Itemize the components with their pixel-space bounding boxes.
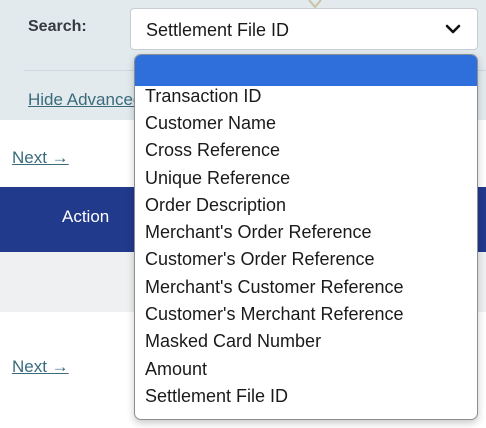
next-page-link-top[interactable]: Next → bbox=[12, 148, 69, 168]
dropdown-option-transaction-id[interactable]: Transaction ID bbox=[145, 86, 261, 107]
search-field-select[interactable]: Settlement File ID bbox=[130, 8, 478, 50]
dropdown-option-order-description[interactable]: Order Description bbox=[145, 195, 286, 216]
dropdown-option-merchants-customer-reference[interactable]: Merchant's Customer Reference bbox=[145, 277, 404, 298]
chevron-down-icon bbox=[445, 24, 461, 34]
dropdown-option-merchants-order-reference[interactable]: Merchant's Order Reference bbox=[145, 222, 372, 243]
action-column-header: Action bbox=[62, 207, 110, 226]
dropdown-option-customers-merchant-reference[interactable]: Customer's Merchant Reference bbox=[145, 304, 404, 325]
search-field-dropdown-list[interactable]: Transaction ID Customer Name Cross Refer… bbox=[134, 54, 478, 420]
hide-advanced-link[interactable]: Hide Advanced bbox=[28, 90, 142, 110]
dropdown-option-amount[interactable]: Amount bbox=[145, 359, 207, 380]
dropdown-option-customer-name[interactable]: Customer Name bbox=[145, 113, 276, 134]
search-label: Search: bbox=[28, 18, 87, 35]
next-page-link-bottom[interactable]: Next → bbox=[12, 357, 69, 377]
dropdown-highlighted-option[interactable] bbox=[135, 55, 477, 86]
dropdown-option-customers-order-reference[interactable]: Customer's Order Reference bbox=[145, 249, 375, 270]
caret-marker-icon bbox=[308, 0, 322, 8]
search-select-value: Settlement File ID bbox=[146, 20, 290, 40]
dropdown-option-masked-card-number[interactable]: Masked Card Number bbox=[145, 331, 321, 352]
dropdown-option-settlement-file-id[interactable]: Settlement File ID bbox=[145, 386, 288, 407]
dropdown-option-cross-reference[interactable]: Cross Reference bbox=[145, 140, 280, 161]
dropdown-option-unique-reference[interactable]: Unique Reference bbox=[145, 168, 290, 189]
